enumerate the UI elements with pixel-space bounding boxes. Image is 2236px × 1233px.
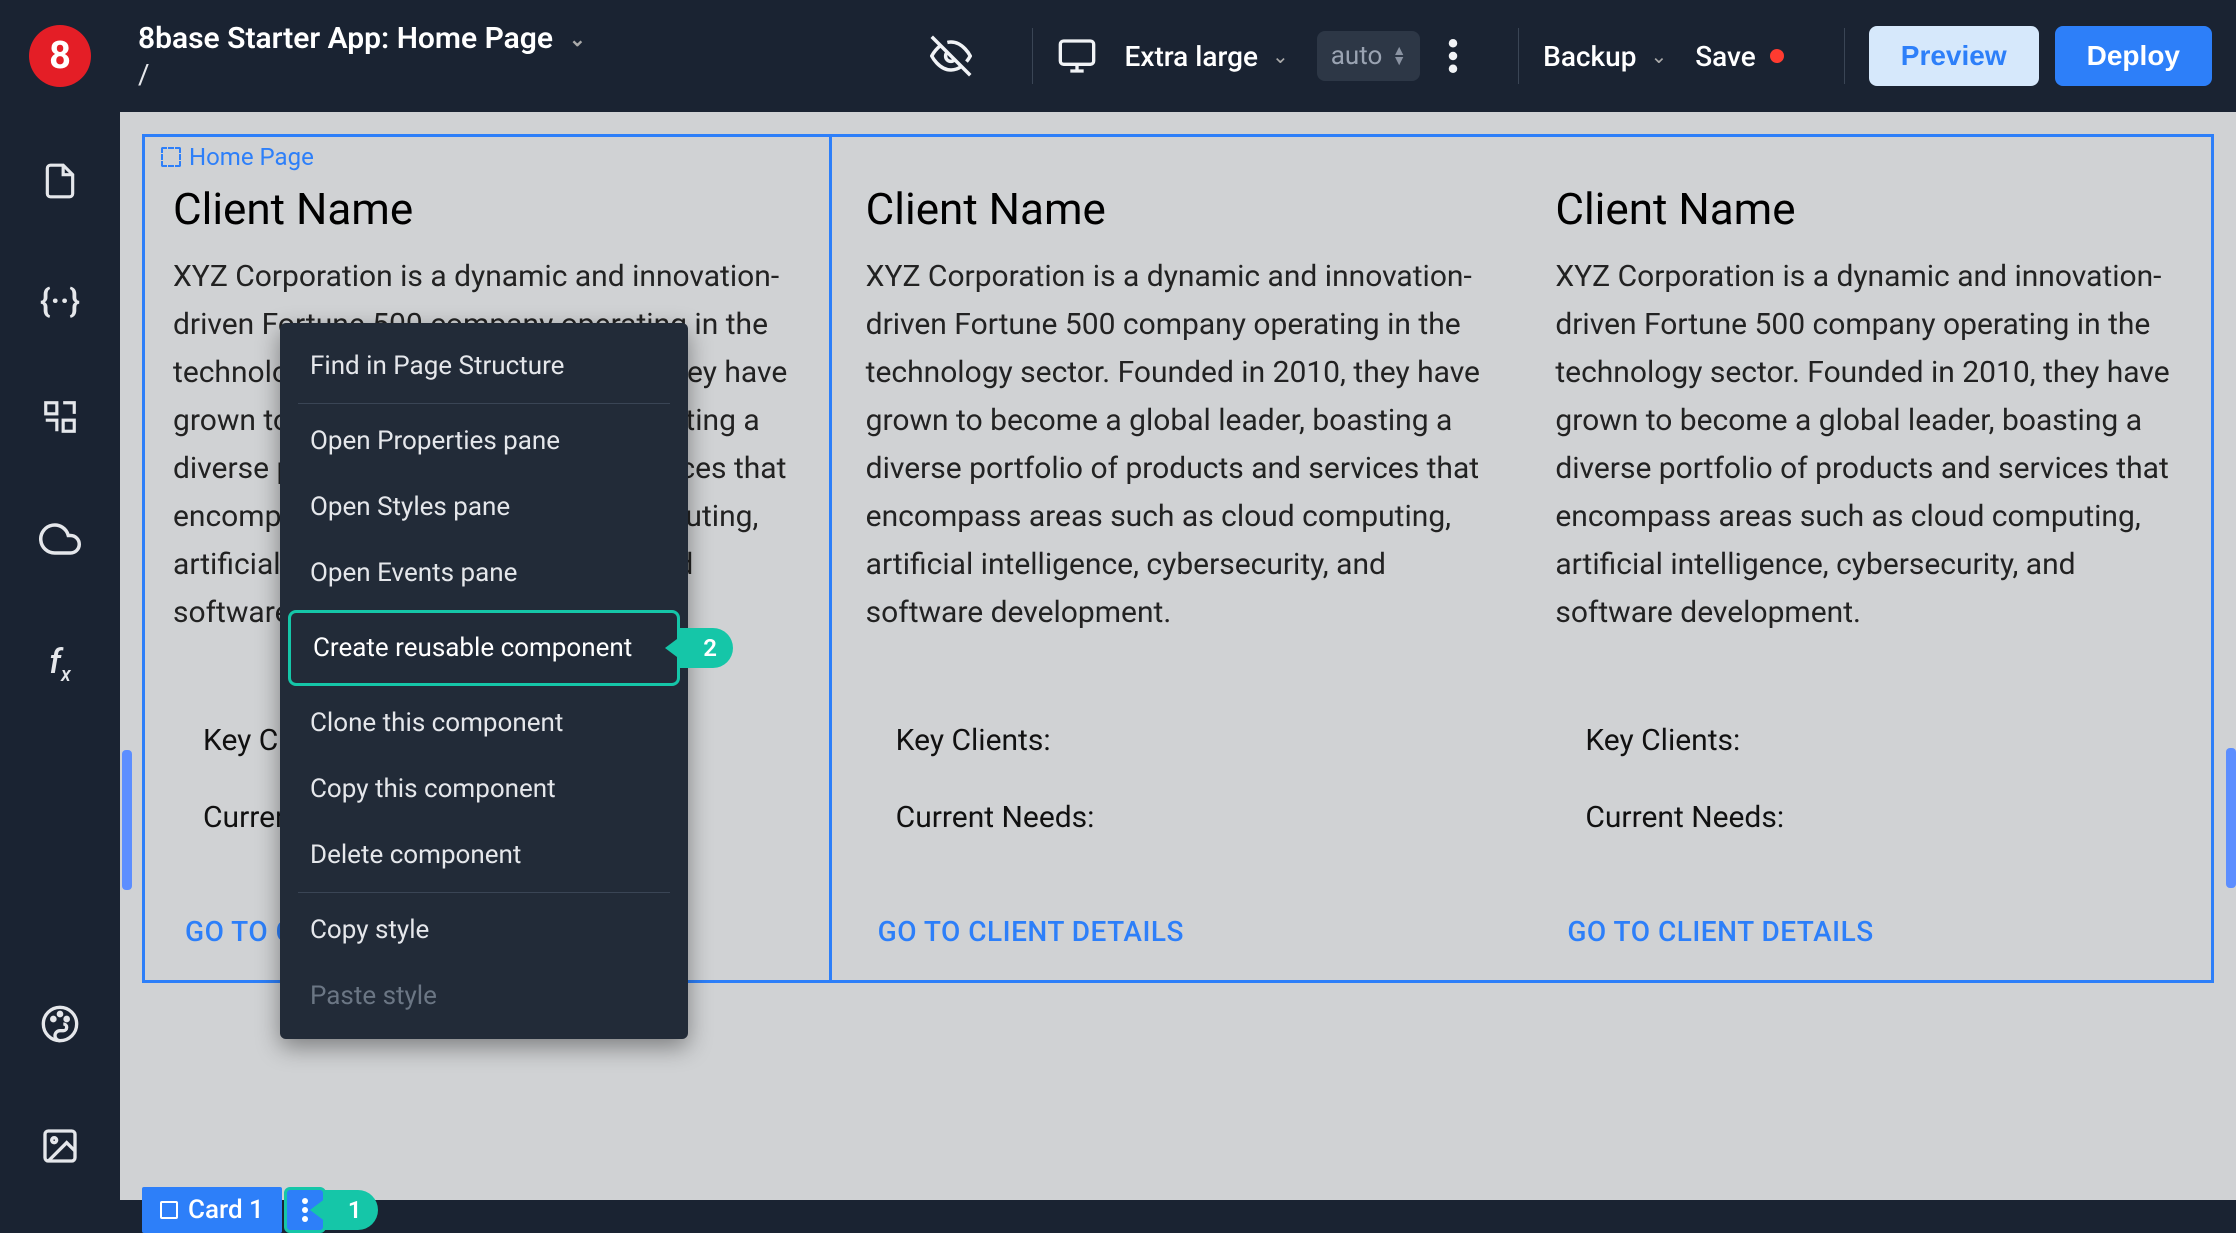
zoom-select[interactable]: auto ▲▼ <box>1317 31 1420 81</box>
key-clients-label: Key Clients: <box>896 723 1494 758</box>
save-button[interactable]: Save <box>1695 40 1784 73</box>
title-block: 8base Starter App: Home Page ⌄ / <box>138 21 586 91</box>
card-title: Client Name <box>173 183 801 235</box>
breadcrumb[interactable]: Home Page <box>161 143 314 171</box>
card-description: XYZ Corporation is a dynamic and innovat… <box>1555 253 2183 637</box>
logo-text: 8 <box>49 34 71 78</box>
braces-icon[interactable]: {··} <box>40 282 80 320</box>
key-clients-label: Key Clients: <box>1585 723 2183 758</box>
top-bar: 8 8base Starter App: Home Page ⌄ / Extra… <box>0 0 2236 112</box>
annotation-step-2: 2 <box>679 628 733 668</box>
selected-component-badge: Card 1 1 <box>142 1187 378 1233</box>
route-path: / <box>138 58 586 91</box>
context-menu: Find in Page Structure Open Properties p… <box>280 323 688 1039</box>
image-icon[interactable] <box>40 1126 80 1170</box>
page-icon[interactable] <box>41 162 79 204</box>
viewport-select[interactable]: Extra large ⌄ <box>1125 40 1289 73</box>
breadcrumb-label: Home Page <box>189 143 314 171</box>
card-title: Client Name <box>1555 183 2183 235</box>
cm-clone[interactable]: Clone this component <box>280 690 688 756</box>
cm-delete[interactable]: Delete component <box>280 822 688 888</box>
cm-open-events[interactable]: Open Events pane <box>280 540 688 606</box>
chevron-down-icon[interactable]: ⌄ <box>569 27 586 51</box>
selection-box-icon <box>161 147 181 167</box>
palette-icon[interactable] <box>40 1004 80 1048</box>
backup-menu[interactable]: Backup ⌄ <box>1543 40 1667 73</box>
card-title: Client Name <box>866 183 1494 235</box>
visibility-off-icon[interactable] <box>930 35 972 77</box>
selected-component-pill[interactable]: Card 1 <box>142 1187 282 1233</box>
more-vertical-icon[interactable] <box>1448 39 1458 73</box>
zoom-value: auto <box>1331 41 1383 71</box>
scroll-indicator-left[interactable] <box>122 750 132 890</box>
menu-separator <box>298 892 670 893</box>
cm-paste-style: Paste style <box>280 963 688 1029</box>
monitor-icon[interactable] <box>1057 36 1097 76</box>
cm-open-properties[interactable]: Open Properties pane <box>280 408 688 474</box>
function-icon[interactable]: fx <box>49 642 70 686</box>
cloud-icon[interactable] <box>39 518 81 564</box>
logo-circle: 8 <box>29 25 91 87</box>
components-icon[interactable] <box>41 398 79 440</box>
annotation-step-1: 1 <box>324 1190 378 1230</box>
deploy-button[interactable]: Deploy <box>2055 26 2212 86</box>
unsaved-indicator-icon <box>1770 49 1784 63</box>
chevron-down-icon: ⌄ <box>1650 44 1667 68</box>
cm-open-styles[interactable]: Open Styles pane <box>280 474 688 540</box>
left-sidebar: {··} fx <box>0 112 120 1200</box>
scroll-indicator-right[interactable] <box>2226 748 2236 888</box>
client-details-link[interactable]: GO TO CLIENT DETAILS <box>1567 915 1873 948</box>
chevron-down-icon: ⌄ <box>1272 44 1289 68</box>
app-title: 8base Starter App: Home Page <box>138 21 553 56</box>
stepper-icon[interactable]: ▲▼ <box>1392 46 1406 66</box>
card-2[interactable]: Client Name XYZ Corporation is a dynamic… <box>838 137 1522 980</box>
cm-find-in-structure[interactable]: Find in Page Structure <box>280 333 688 399</box>
menu-separator <box>298 403 670 404</box>
current-needs-label: Current Needs: <box>896 800 1494 835</box>
cm-copy-style[interactable]: Copy style <box>280 897 688 963</box>
preview-button[interactable]: Preview <box>1869 26 2039 86</box>
component-box-icon <box>160 1201 178 1219</box>
client-details-link[interactable]: GO TO CLIENT DETAILS <box>878 915 1184 948</box>
current-needs-label: Current Needs: <box>1585 800 2183 835</box>
card-3[interactable]: Client Name XYZ Corporation is a dynamic… <box>1527 137 2211 980</box>
card-description: XYZ Corporation is a dynamic and innovat… <box>866 253 1494 637</box>
cm-copy-component[interactable]: Copy this component <box>280 756 688 822</box>
cm-create-reusable[interactable]: Create reusable component 2 <box>288 610 680 686</box>
brand-logo[interactable]: 8 <box>0 0 120 112</box>
